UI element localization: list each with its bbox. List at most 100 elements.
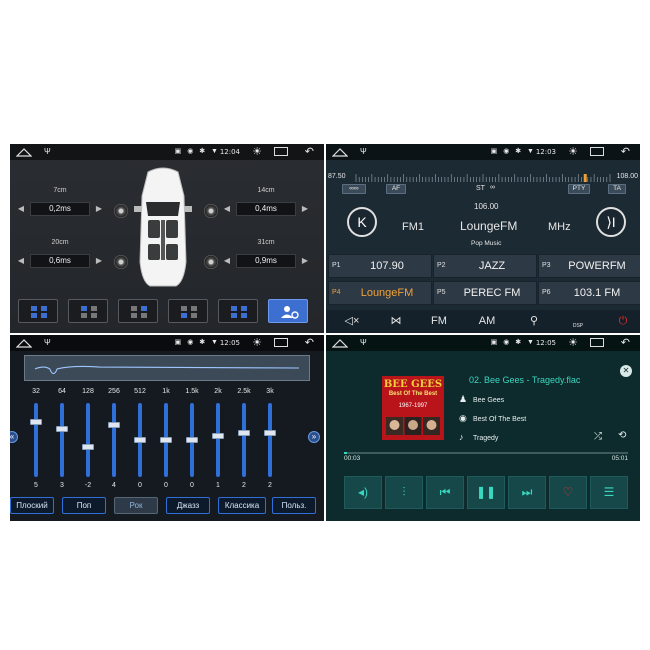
rds-icon[interactable]: ∞∞ [342, 184, 366, 194]
brightness-icon[interactable]: ☀ [252, 336, 262, 349]
eq-slider-track[interactable] [242, 403, 246, 477]
eq-slider-thumb[interactable] [134, 437, 146, 443]
equalizer-button[interactable]: ⫶ [385, 476, 423, 509]
seat-preset-front-left-button[interactable] [68, 299, 108, 323]
preset-p5[interactable]: P5 PEREC FM [433, 281, 537, 305]
search-icon[interactable]: ⚲ [522, 313, 546, 330]
eq-preset-classic[interactable]: Классика [218, 497, 266, 514]
eq-preset-rock[interactable]: Рок [114, 497, 158, 514]
previous-button[interactable]: ⏮ [426, 476, 464, 509]
frequency-scale[interactable] [330, 174, 636, 182]
back-icon[interactable]: ↶ [621, 145, 630, 158]
mute-icon[interactable]: ◁× [340, 313, 364, 330]
shuffle-icon[interactable]: ⤮ [594, 431, 602, 442]
eq-band-frequency: 1k [162, 388, 170, 395]
progress-bar[interactable] [344, 452, 628, 454]
eq-slider-track[interactable] [86, 403, 90, 477]
close-button[interactable]: ✕ [620, 365, 632, 377]
home-icon[interactable] [16, 147, 32, 157]
front-left-delay-stepper[interactable]: ◀ 0,2ms ▶ [16, 202, 104, 216]
front-right-delay-stepper[interactable]: ◀ 0,4ms ▶ [222, 202, 310, 216]
am-button[interactable]: AM [474, 313, 500, 330]
fm-button[interactable]: FM [426, 313, 452, 330]
recent-apps-icon[interactable] [590, 338, 604, 347]
seat-front-left-icon [81, 306, 97, 318]
home-icon[interactable] [16, 338, 32, 348]
home-icon[interactable] [332, 338, 348, 348]
recent-apps-icon[interactable] [590, 147, 604, 156]
recent-apps-icon[interactable] [274, 338, 288, 347]
eq-slider-track[interactable] [112, 403, 116, 477]
increase-icon[interactable]: ▶ [300, 255, 310, 267]
repeat-icon[interactable]: ⟲ [618, 430, 626, 441]
eq-slider-thumb[interactable] [238, 429, 250, 436]
eq-next-icon[interactable]: » [308, 431, 320, 443]
seat-preset-rear-left-button[interactable] [168, 299, 208, 323]
eq-band-value: 4 [112, 482, 116, 489]
decrease-icon[interactable]: ◀ [16, 255, 26, 267]
next-button[interactable]: ⏭ [508, 476, 546, 509]
eq-slider-thumb[interactable] [82, 444, 94, 451]
back-icon[interactable]: ↶ [305, 336, 314, 349]
eq-slider-thumb[interactable] [212, 433, 224, 440]
preset-p4[interactable]: P4 LoungeFM [328, 281, 432, 305]
eq-slider-track[interactable] [268, 403, 272, 477]
rear-left-delay-stepper[interactable]: ◀ 0,6ms ▶ [16, 254, 104, 268]
eq-slider-track[interactable] [34, 403, 38, 477]
seat-preset-front-right-button[interactable] [118, 299, 158, 323]
eq-slider-thumb[interactable] [186, 437, 198, 443]
back-icon[interactable]: ↶ [305, 145, 314, 158]
decrease-icon[interactable]: ◀ [222, 255, 232, 267]
seek-forward-button[interactable]: ⟩I [596, 207, 626, 237]
increase-icon[interactable]: ▶ [94, 255, 104, 267]
heart-icon: ♡ [562, 485, 574, 499]
eq-preset-jazz[interactable]: Джазз [166, 497, 210, 514]
eq-slider-thumb[interactable] [30, 418, 42, 425]
back-icon[interactable]: ↶ [621, 336, 630, 349]
eq-slider-thumb[interactable] [160, 437, 172, 443]
ta-button[interactable]: TA [608, 184, 626, 194]
eq-preset-user[interactable]: Польз. [272, 497, 316, 514]
pause-button[interactable]: ❚❚ [467, 476, 505, 509]
eq-slider-thumb[interactable] [108, 422, 120, 429]
radio-panel: Ψ ▣ ◉ ✱ ▼ 12:03 ☀ ↶ 87.50 108.00 ∞∞ AF S… [326, 144, 640, 333]
eq-slider-thumb[interactable] [56, 425, 68, 432]
increase-icon[interactable]: ▶ [300, 203, 310, 215]
eq-preset-flat[interactable]: Плоский [10, 497, 54, 514]
eq-slider-track[interactable] [60, 403, 64, 477]
eq-prev-icon[interactable]: « [10, 431, 18, 443]
brightness-icon[interactable]: ☀ [568, 336, 578, 349]
user-settings-button[interactable] [268, 299, 308, 323]
decrease-icon[interactable]: ◀ [222, 203, 232, 215]
preset-p1[interactable]: P1 107.90 [328, 254, 432, 278]
eq-preset-pop[interactable]: Поп [62, 497, 106, 514]
volume-button[interactable]: ◂) [344, 476, 382, 509]
preset-p2[interactable]: P2 JAZZ [433, 254, 537, 278]
close-icon: ✕ [622, 366, 630, 375]
af-button[interactable]: AF [386, 184, 406, 194]
brightness-icon[interactable]: ☀ [568, 145, 578, 158]
home-icon[interactable] [332, 147, 348, 157]
power-icon[interactable]: ⏻ [614, 313, 632, 330]
recent-apps-icon[interactable] [274, 147, 288, 156]
seat-preset-rear-right-button[interactable] [218, 299, 258, 323]
pty-button[interactable]: PTY [568, 184, 590, 194]
status-time: 12:04 [219, 148, 240, 156]
brightness-icon[interactable]: ☀ [252, 145, 262, 158]
eq-band-value: 2 [242, 482, 246, 489]
eq-slider-thumb[interactable] [264, 429, 276, 436]
rear-left-delay: 0,6ms [30, 254, 90, 268]
rear-right-delay-stepper[interactable]: ◀ 0,9ms ▶ [222, 254, 310, 268]
seek-back-button[interactable]: K [347, 207, 377, 237]
seat-preset-all-button[interactable] [18, 299, 58, 323]
decrease-icon[interactable]: ◀ [16, 203, 26, 215]
eq-slider-track[interactable] [216, 403, 220, 477]
preset-p3[interactable]: P3 POWERFM [538, 254, 640, 278]
scan-icon[interactable]: ⋈ [384, 313, 408, 330]
dsp-button[interactable]: DSP [566, 313, 590, 330]
eq-band-value: 3 [60, 482, 64, 489]
preset-p6[interactable]: P6 103.1 FM [538, 281, 640, 305]
playlist-button[interactable]: ☰ [590, 476, 628, 509]
favorite-button[interactable]: ♡ [549, 476, 587, 509]
increase-icon[interactable]: ▶ [94, 203, 104, 215]
